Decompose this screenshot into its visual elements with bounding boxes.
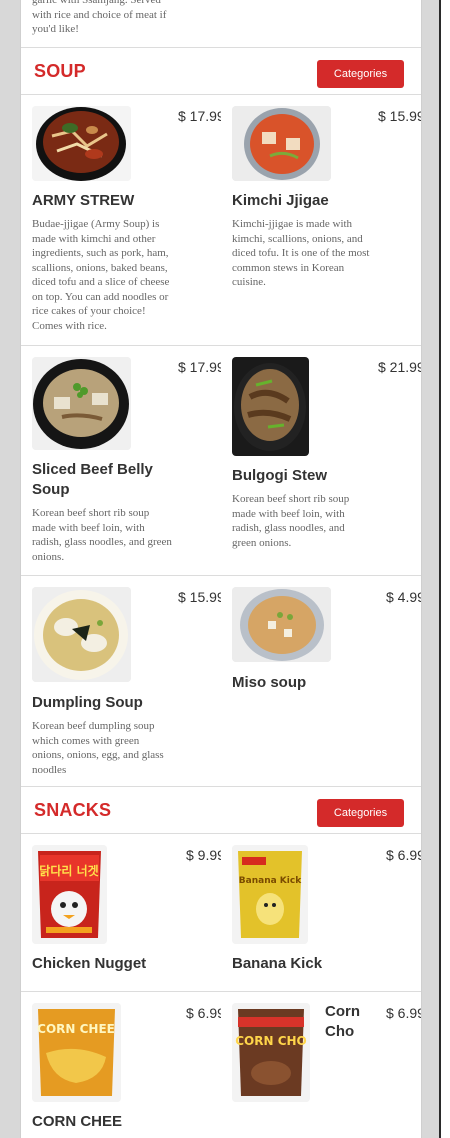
sliced-beef-belly-soup-description: Korean beef short rib soup made with bee… (32, 507, 172, 563)
svg-text:Banana Kick: Banana Kick (239, 876, 302, 886)
dumpling-soup-name: Dumpling Soup (32, 694, 143, 711)
corn-cho-price: $ 6.99 (386, 1005, 421, 1021)
snacks-categories-button[interactable]: Categories (317, 799, 404, 827)
miso-soup-image (232, 587, 331, 662)
dumpling-soup-price: $ 15.99 (178, 589, 221, 605)
sliced-beef-belly-soup-name: Sliced Beef Belly Soup (32, 461, 153, 498)
corn-chee-price: $ 6.99 (186, 1005, 221, 1021)
dumpling-soup-image (32, 587, 131, 682)
svg-text:CORN CHEE: CORN CHEE (37, 1022, 115, 1036)
kimchi-jjigae-image (232, 106, 331, 181)
army-stew-price: $ 17.99 (178, 108, 221, 124)
scroll-gutter (441, 0, 450, 1138)
kimchi-jjigae-price: $ 15.99 (378, 108, 421, 124)
corn-cho-image: CORN CHO (232, 1003, 310, 1102)
corn-cho-name: Corn Cho (325, 1003, 360, 1040)
banana-kick-price: $ 6.99 (386, 847, 421, 863)
sliced-beef-belly-soup-price: $ 17.99 (178, 359, 221, 375)
banana-kick-name: Banana Kick (232, 955, 323, 972)
soup-categories-button[interactable]: Categories (317, 60, 404, 88)
svg-text:CORN CHO: CORN CHO (235, 1034, 307, 1048)
chicken-nugget-price: $ 9.99 (186, 847, 221, 863)
chicken-nugget-image: 닭다리 너겟 (32, 845, 107, 944)
menu-item-sliced-beef-belly-soup[interactable]: $ 17.99 Sliced Beef Belly Soup Korean be… (21, 346, 221, 576)
dumpling-soup-description: Korean beef dumpling soup which comes wi… (32, 720, 164, 776)
section-title-snacks: SNACKS (34, 800, 112, 820)
menu-item-banana-kick[interactable]: Banana Kick $ 6.99 Banana Kick (221, 834, 421, 991)
corn-chee-name: CORN CHEE (32, 1113, 123, 1130)
corn-chee-image: CORN CHEE (32, 1003, 121, 1102)
miso-soup-name: Miso soup (232, 674, 307, 691)
kimchi-jjigae-description: Kimchi-jjigae is made with kimchi, scall… (232, 218, 370, 288)
svg-text:닭다리 너겟: 닭다리 너겟 (39, 863, 98, 878)
previous-item-description: garlic with Ssamjang. Served with rice a… (32, 0, 167, 35)
bulgogi-stew-image (232, 357, 309, 456)
menu-item-chicken-nugget[interactable]: 닭다리 너겟 $ 9.99 Chicken Nugget (21, 834, 221, 991)
chicken-nugget-name: Chicken Nugget (32, 955, 147, 972)
banana-kick-image: Banana Kick (232, 845, 308, 944)
menu-item-corn-cho[interactable]: CORN CHO Corn Cho $ 6.99 (221, 992, 421, 1138)
army-stew-image (32, 106, 131, 181)
sliced-beef-belly-soup-image (32, 357, 131, 450)
kimchi-jjigae-name: Kimchi Jjigae (232, 192, 329, 209)
menu-item-kimchi-jjigae[interactable]: $ 15.99 Kimchi Jjigae Kimchi-jjigae is m… (221, 95, 421, 345)
menu-item-army-stew[interactable]: $ 17.99 ARMY STREW Budae-jjigae (Army So… (21, 95, 221, 345)
army-stew-name: ARMY STREW (32, 192, 135, 209)
menu-item-corn-chee[interactable]: CORN CHEE $ 6.99 CORN CHEE (21, 992, 221, 1138)
soup-section-header: SOUP Categories (21, 48, 421, 94)
bulgogi-stew-price: $ 21.99 (378, 359, 421, 375)
army-stew-description: Budae-jjigae (Army Soup) is made with ki… (32, 218, 170, 332)
snacks-section-header: SNACKS Categories (21, 787, 421, 833)
menu-item-bulgogi-stew[interactable]: $ 21.99 Bulgogi Stew Korean beef short r… (221, 346, 421, 576)
miso-soup-price: $ 4.99 (386, 589, 421, 605)
menu-item-dumpling-soup[interactable]: $ 15.99 Dumpling Soup Korean beef dumpli… (21, 576, 221, 786)
bulgogi-stew-name: Bulgogi Stew (232, 467, 327, 484)
section-title-soup: SOUP (34, 61, 86, 81)
menu-item-miso-soup[interactable]: $ 4.99 Miso soup (221, 576, 421, 786)
bulgogi-stew-description: Korean beef short rib soup made with bee… (232, 493, 350, 549)
menu-panel: garlic with Ssamjang. Served with rice a… (20, 0, 422, 1138)
